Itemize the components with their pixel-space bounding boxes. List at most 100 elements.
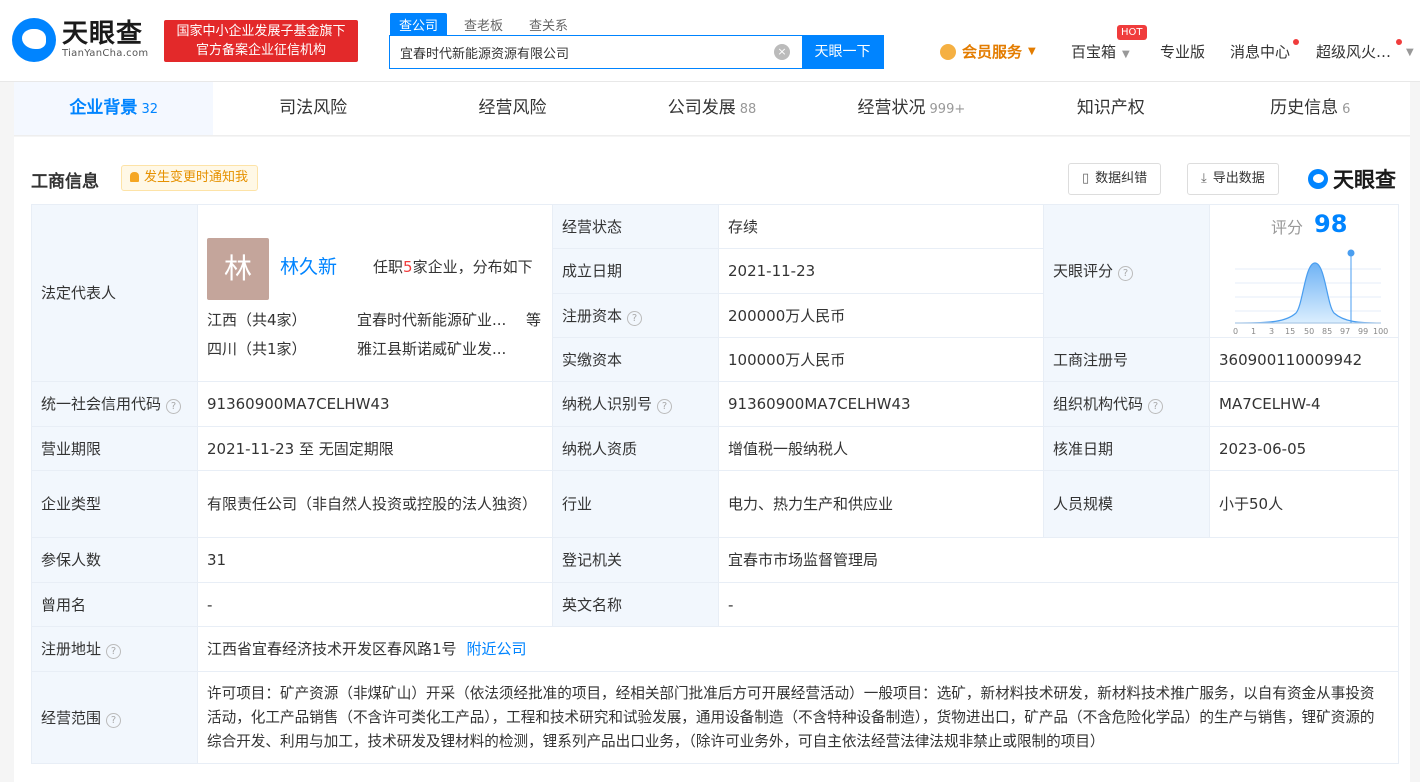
tick-label: 99 — [1358, 327, 1368, 335]
tab-history[interactable]: 历史信息 6 — [1211, 82, 1410, 135]
crown-icon — [940, 43, 956, 60]
unread-dot — [1396, 39, 1402, 45]
tick-label: 3 — [1269, 327, 1274, 335]
site-logo[interactable]: 天眼查 TianYanCha.com — [12, 18, 148, 62]
tab-development[interactable]: 公司发展 88 — [612, 82, 811, 135]
tab-ip[interactable]: 知识产权 — [1011, 82, 1210, 135]
help-icon[interactable]: ? — [166, 399, 182, 414]
org-code-label: 组织机构代码? — [1043, 381, 1210, 427]
logo-icon — [12, 18, 56, 62]
found-date-value: 2021-11-23 — [718, 248, 1044, 294]
user-menu[interactable]: 超级风火… — [1316, 41, 1391, 62]
avatar[interactable]: 林 — [207, 238, 269, 300]
help-icon[interactable]: ? — [657, 399, 673, 414]
taxpayer-qual-value: 增值税一般纳税人 — [718, 426, 1044, 471]
nearby-companies-link[interactable]: 附近公司 — [467, 640, 527, 658]
tab-operation-status[interactable]: 经营状况 999+ — [812, 82, 1011, 135]
search-tab-company[interactable]: 查公司 — [390, 13, 448, 36]
pro-edition-link[interactable]: 专业版 — [1160, 41, 1205, 62]
bell-icon — [130, 172, 139, 182]
taxpayer-qual-label: 纳税人资质 — [552, 426, 719, 471]
credit-code-label: 统一社会信用代码? — [31, 381, 198, 427]
insured-count-label: 参保人数 — [31, 537, 198, 583]
message-center-link[interactable]: 消息中心 — [1230, 41, 1290, 62]
treasure-box-menu[interactable]: 百宝箱 ▼ — [1071, 41, 1130, 62]
help-icon[interactable]: ? — [106, 712, 122, 728]
tick-label: 85 — [1322, 327, 1332, 335]
document-icon: ▯ — [1082, 171, 1090, 186]
search-box: × 天眼一下 — [389, 35, 884, 69]
industry-label: 行业 — [552, 470, 719, 538]
reg-capital-value: 200000万人民币 — [718, 293, 1044, 338]
english-name-label: 英文名称 — [552, 582, 719, 627]
help-icon[interactable]: ? — [1118, 266, 1134, 281]
legal-rep-label: 法定代表人 — [31, 204, 198, 382]
score-value: 98 — [1314, 210, 1348, 238]
help-icon[interactable]: ? — [627, 310, 643, 326]
tick-label: 15 — [1285, 327, 1295, 335]
chevron-down-icon[interactable]: ▼ — [1406, 41, 1414, 59]
reg-address-value: 江西省宜春经济技术开发区春风路1号 附近公司 — [197, 626, 1399, 672]
logo-domain: TianYanCha.com — [62, 48, 149, 59]
approve-date-label: 核准日期 — [1043, 426, 1210, 471]
paid-capital-label: 实缴资本 — [552, 337, 719, 382]
company-type-value: 有限责任公司（非自然人投资或控股的法人独资） — [197, 470, 553, 538]
reg-address-label: 注册地址? — [31, 626, 198, 672]
score-cell: 评分 98 0 1 3 15 50 85 97 99 100 — [1209, 204, 1399, 338]
industry-value: 电力、热力生产和供应业 — [718, 470, 1044, 538]
help-icon[interactable]: ? — [106, 644, 122, 659]
search-tab-boss[interactable]: 查老板 — [455, 13, 512, 36]
tab-legal-risk[interactable]: 司法风险 — [213, 82, 412, 135]
official-badge: 国家中小企业发展子基金旗下 官方备案企业征信机构 — [164, 20, 358, 62]
positions-count: 任职5家企业，分布如下 — [373, 258, 533, 276]
download-icon: ⤓ — [1201, 171, 1207, 186]
clear-icon[interactable]: × — [774, 44, 790, 60]
company-link[interactable]: 宜春时代新能源矿业... — [357, 309, 515, 331]
logo-name: 天眼查 — [62, 19, 144, 49]
business-info-panel: 工商信息 发生变更时通知我 ▯ 数据纠错 ⤓ 导出数据 天眼查 法定代表人 林 林久… — [14, 137, 1410, 782]
search-tab-relation[interactable]: 查关系 — [520, 13, 577, 36]
business-scope-label: 经营范围? — [31, 671, 198, 764]
tab-operation-risk[interactable]: 经营风险 — [413, 82, 612, 135]
company-type-label: 企业类型 — [31, 470, 198, 538]
tick-label: 50 — [1304, 327, 1314, 335]
tick-label: 97 — [1340, 327, 1350, 335]
reg-authority-label: 登记机关 — [552, 537, 719, 583]
business-term-label: 营业期限 — [31, 426, 198, 471]
reg-capital-label: 注册资本? — [552, 293, 719, 338]
score-title: 评分 — [1271, 218, 1304, 237]
tick-label: 0 — [1233, 327, 1238, 335]
vip-service-menu[interactable]: 会员服务 ▼ — [940, 41, 1036, 62]
top-header: 天眼查 TianYanCha.com 国家中小企业发展子基金旗下 官方备案企业征… — [0, 0, 1420, 82]
company-tabs: 企业背景 32 司法风险 经营风险 公司发展 88 经营状况 999+ 知识产权 历史… — [14, 82, 1410, 136]
legal-rep-name[interactable]: 林久新 — [280, 256, 337, 278]
former-name-label: 曾用名 — [31, 582, 198, 627]
found-date-label: 成立日期 — [552, 248, 719, 294]
export-data-button[interactable]: ⤓ 导出数据 — [1187, 163, 1279, 195]
paid-capital-value: 100000万人民币 — [718, 337, 1044, 382]
approve-date-value: 2023-06-05 — [1209, 426, 1399, 471]
reg-authority-value: 宜春市市场监督管理局 — [718, 537, 1399, 583]
search-button[interactable]: 天眼一下 — [802, 36, 883, 68]
help-icon[interactable]: ? — [1148, 399, 1164, 414]
logo-icon — [1308, 169, 1328, 189]
section-title: 工商信息 — [31, 172, 99, 192]
score-distribution-chart: 0 1 3 15 50 85 97 99 100 — [1233, 249, 1388, 335]
reg-number-value: 360900110009942 — [1209, 337, 1399, 382]
tab-background[interactable]: 企业背景 32 — [14, 82, 214, 135]
legal-rep-cell: 林 林久新 任职5家企业，分布如下 江西（共4家） 宜春时代新能源矿业... 等… — [197, 204, 553, 382]
tick-label: 1 — [1251, 327, 1256, 335]
credit-code-value: 91360900MA7CELHW43 — [197, 381, 553, 427]
english-name-value: - — [718, 582, 1399, 627]
company-link[interactable]: 雅江县斯诺威矿业发... — [357, 338, 515, 360]
tick-label: 100 — [1373, 327, 1388, 335]
insured-count-value: 31 — [197, 537, 553, 583]
search-input[interactable] — [390, 36, 774, 68]
pin-icon — [1347, 249, 1355, 257]
business-term-value: 2021-11-23 至 无固定期限 — [197, 426, 553, 471]
chevron-down-icon: ▼ — [1122, 49, 1130, 60]
tax-id-label: 纳税人识别号? — [552, 381, 719, 427]
data-correction-button[interactable]: ▯ 数据纠错 — [1068, 163, 1162, 195]
change-notify-button[interactable]: 发生变更时通知我 — [121, 165, 259, 191]
status-label: 经营状态 — [552, 204, 719, 249]
